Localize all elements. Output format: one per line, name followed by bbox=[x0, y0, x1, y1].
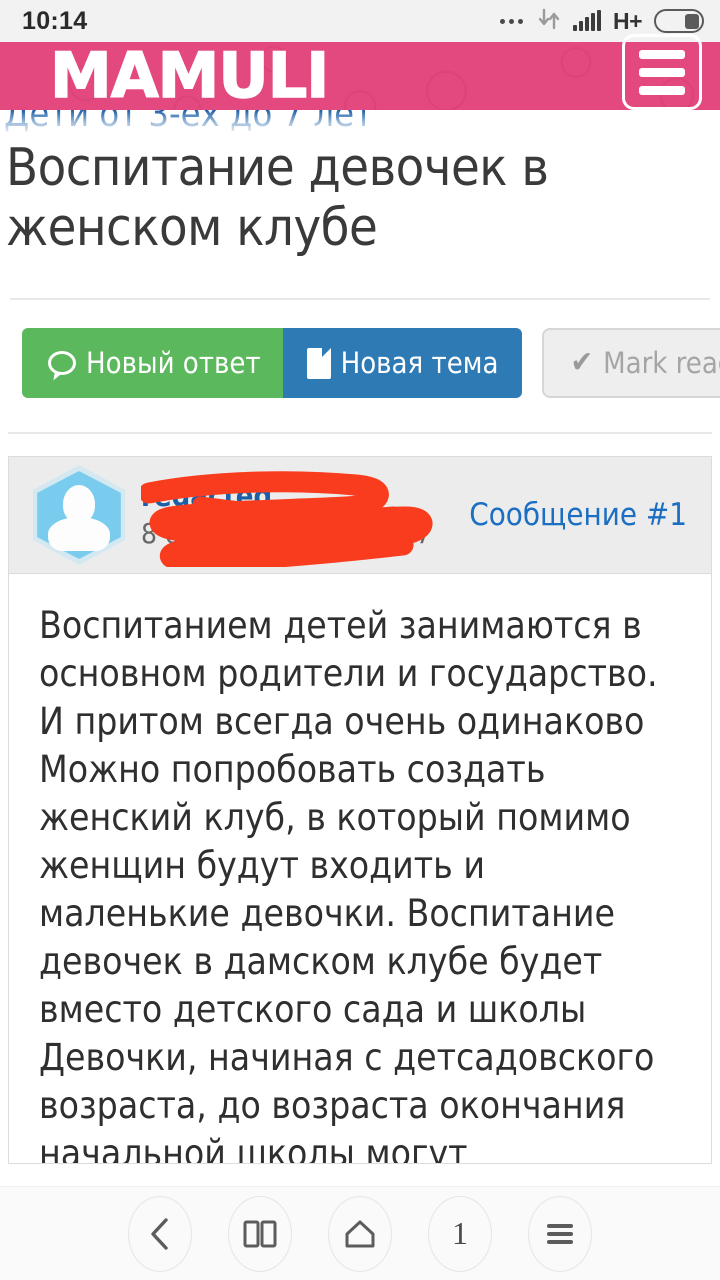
post-body-text: Воспитанием детей занимаются в основном … bbox=[39, 604, 658, 1164]
document-icon bbox=[306, 347, 331, 379]
post-number-link[interactable]: Сообщение #1 bbox=[469, 497, 693, 533]
status-bar-clock: 10:14 bbox=[22, 6, 88, 35]
avatar-body-shape bbox=[48, 517, 110, 551]
check-icon: ✔ bbox=[570, 345, 594, 380]
post-author-name[interactable]: redacted bbox=[141, 477, 469, 515]
bookmarks-button[interactable] bbox=[228, 1195, 292, 1272]
tabs-button[interactable]: 1 bbox=[428, 1195, 492, 1272]
signal-bars-icon bbox=[572, 10, 601, 31]
new-topic-button[interactable]: Новая тема bbox=[282, 328, 523, 398]
site-logo[interactable]: MAMULI bbox=[49, 39, 330, 113]
post-body: Воспитанием детей занимаются в основном … bbox=[8, 574, 712, 1164]
speech-bubble-icon bbox=[48, 351, 76, 375]
battery-icon bbox=[654, 9, 704, 33]
menu-icon bbox=[544, 1221, 576, 1247]
avatar[interactable] bbox=[33, 465, 125, 565]
hamburger-menu-icon[interactable] bbox=[622, 34, 702, 110]
back-button[interactable] bbox=[128, 1195, 192, 1272]
post-actions-toolbar: Новый ответ Новая тема ✔ Mark read bbox=[0, 300, 720, 398]
data-transfer-icon bbox=[537, 8, 561, 35]
home-button[interactable] bbox=[328, 1195, 392, 1272]
actions-divider bbox=[8, 432, 712, 434]
site-header: MAMULI bbox=[0, 34, 720, 113]
tabs-count-label: 1 bbox=[452, 1215, 468, 1251]
more-dots-icon bbox=[499, 18, 523, 24]
chevron-left-icon bbox=[147, 1217, 173, 1251]
book-icon bbox=[243, 1219, 277, 1249]
new-reply-label: Новый ответ bbox=[86, 346, 261, 380]
page-title: Воспитание девочек в женском клубе bbox=[6, 138, 549, 258]
browser-bottom-nav: 1 bbox=[0, 1186, 720, 1280]
post-header: redacted 8 октября 20.. в 17:17 Сообщени… bbox=[8, 456, 712, 574]
breadcrumb-link[interactable]: Дети от 3-ех до 7 лет bbox=[4, 110, 373, 135]
home-icon bbox=[343, 1218, 377, 1250]
breadcrumb[interactable]: Дети от 3-ех до 7 лет bbox=[0, 110, 720, 136]
status-bar: 10:14 H+ bbox=[0, 0, 720, 42]
post-meta: redacted 8 октября 20.. в 17:17 bbox=[141, 471, 469, 567]
status-bar-icons: H+ bbox=[499, 7, 704, 35]
mark-read-label: Mark read bbox=[603, 346, 720, 380]
new-topic-label: Новая тема bbox=[340, 346, 499, 380]
browser-menu-button[interactable] bbox=[528, 1195, 592, 1272]
post-date: 8 октября 20.. в 17:17 bbox=[141, 517, 432, 550]
new-reply-button[interactable]: Новый ответ bbox=[22, 328, 283, 398]
mark-read-button[interactable]: ✔ Mark read bbox=[542, 328, 720, 398]
network-type-label: H+ bbox=[612, 7, 643, 34]
